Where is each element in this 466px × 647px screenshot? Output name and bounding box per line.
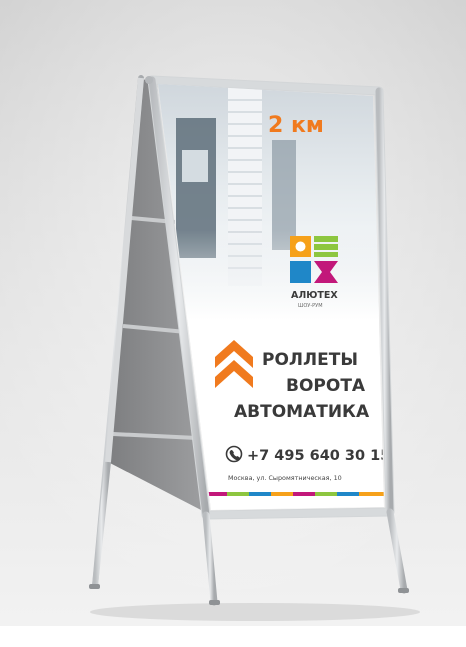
brand-name: АЛЮТЕХ	[291, 290, 338, 301]
poster-distance: 2 км	[268, 113, 324, 138]
brand-sub: ШОУ-РУМ	[298, 303, 323, 309]
poster-line3: АВТОМАТИКА	[234, 402, 370, 422]
hinge	[145, 76, 153, 84]
poster-address: Москва, ул. Сыромятническая, 10	[228, 474, 342, 482]
poster-phone: +7 495 640 30 15	[247, 448, 390, 464]
photo-scene: 2 км АЛЮТЕХ ШОУ-РУМ РОЛЛЕТЫ ВОРОТА АВТОМ…	[0, 0, 466, 647]
bottom-white-edge	[0, 626, 466, 647]
floor-shadow	[90, 603, 420, 621]
poster-photo-floor	[158, 230, 384, 320]
poster-line2: ВОРОТА	[286, 376, 366, 396]
poster-line1: РОЛЛЕТЫ	[262, 350, 358, 370]
poster-color-strip	[205, 492, 384, 496]
